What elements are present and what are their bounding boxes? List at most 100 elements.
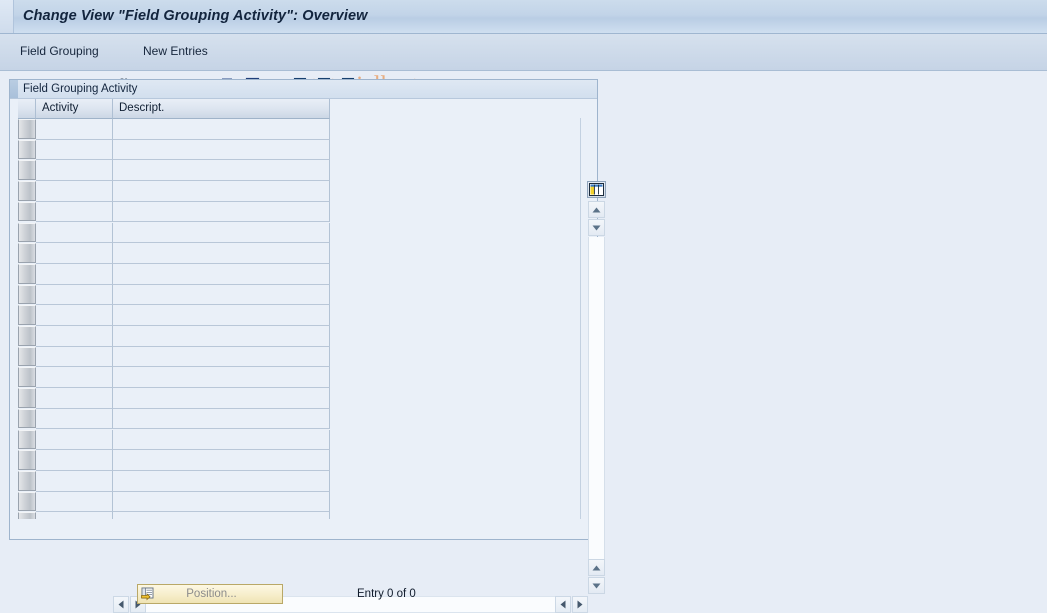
cell-activity[interactable] — [36, 160, 113, 182]
table-row[interactable] — [10, 512, 597, 519]
cell-activity[interactable] — [36, 326, 113, 347]
cell-descript[interactable] — [113, 367, 330, 389]
table-row[interactable] — [10, 326, 597, 347]
scroll-up-button-bottom[interactable] — [588, 559, 605, 576]
cell-activity[interactable] — [36, 512, 113, 519]
new-entries-button[interactable]: New Entries — [143, 44, 208, 58]
cell-descript[interactable] — [113, 119, 330, 140]
row-selector-button[interactable] — [18, 160, 36, 181]
row-selector-button[interactable] — [18, 450, 36, 470]
table-row[interactable] — [10, 181, 597, 202]
cell-activity[interactable] — [36, 263, 113, 285]
cell-descript[interactable] — [113, 305, 330, 326]
cell-activity[interactable] — [36, 388, 113, 409]
scroll-left-button-end[interactable] — [555, 596, 571, 613]
row-selector-button[interactable] — [18, 429, 36, 450]
cell-descript[interactable] — [113, 408, 330, 430]
scroll-up-button-top[interactable] — [588, 201, 605, 218]
table-row[interactable] — [10, 408, 597, 430]
vertical-scroll-track[interactable] — [588, 237, 605, 559]
row-selector-button[interactable] — [18, 326, 36, 346]
cell-activity[interactable] — [36, 201, 113, 223]
position-button[interactable]: Position... — [137, 584, 283, 604]
cell-activity[interactable] — [36, 305, 113, 326]
cell-activity[interactable] — [36, 284, 113, 306]
cell-descript[interactable] — [113, 450, 330, 471]
scroll-right-button-end[interactable] — [572, 596, 588, 613]
cell-activity[interactable] — [36, 119, 113, 140]
table-row[interactable] — [10, 201, 597, 223]
cell-descript[interactable] — [113, 139, 330, 161]
row-selector-button[interactable] — [18, 119, 36, 139]
cell-activity[interactable] — [36, 408, 113, 430]
cell-activity[interactable] — [36, 243, 113, 264]
table-row[interactable] — [10, 429, 597, 451]
row-selector-button[interactable] — [18, 470, 36, 491]
table-row[interactable] — [10, 491, 597, 513]
panel-title-label: Field Grouping Activity — [23, 83, 138, 95]
grid-header-row: Activity Descript. — [10, 99, 597, 119]
cell-descript[interactable] — [113, 222, 330, 244]
field-grouping-activity-panel: Field Grouping Activity Activity Descrip… — [9, 79, 606, 613]
column-header-descript[interactable]: Descript. — [113, 99, 330, 119]
cell-descript[interactable] — [113, 326, 330, 347]
table-row[interactable] — [10, 470, 597, 492]
cell-activity[interactable] — [36, 367, 113, 389]
cell-descript[interactable] — [113, 388, 330, 409]
row-selector-button[interactable] — [18, 181, 36, 201]
cell-descript[interactable] — [113, 181, 330, 202]
cell-activity[interactable] — [36, 346, 113, 368]
cell-descript[interactable] — [113, 160, 330, 182]
cell-descript[interactable] — [113, 346, 330, 368]
table-row[interactable] — [10, 305, 597, 326]
row-selector-button[interactable] — [18, 201, 36, 222]
row-selector-button[interactable] — [18, 139, 36, 160]
row-selector-button[interactable] — [18, 491, 36, 512]
scroll-left-button-start[interactable] — [113, 596, 129, 613]
table-row[interactable] — [10, 367, 597, 389]
scroll-down-button-top[interactable] — [588, 219, 605, 236]
cell-descript[interactable] — [113, 243, 330, 264]
column-header-activity[interactable]: Activity — [36, 99, 113, 119]
cell-descript[interactable] — [113, 201, 330, 223]
table-row[interactable] — [10, 139, 597, 161]
row-selector-button[interactable] — [18, 222, 36, 243]
cell-descript[interactable] — [113, 491, 330, 513]
table-row[interactable] — [10, 284, 597, 306]
table-row[interactable] — [10, 119, 597, 140]
table-column-settings-icon[interactable] — [587, 181, 606, 198]
row-selector-button[interactable] — [18, 284, 36, 305]
cell-activity[interactable] — [36, 139, 113, 161]
cell-activity[interactable] — [36, 470, 113, 492]
application-toolbar: Field Grouping New Entries — [0, 34, 1047, 99]
row-selector-button[interactable] — [18, 263, 36, 284]
row-selector-button[interactable] — [18, 305, 36, 325]
cell-descript[interactable] — [113, 263, 330, 285]
row-selector-button[interactable] — [18, 243, 36, 263]
table-row[interactable] — [10, 388, 597, 409]
scroll-down-button-bottom[interactable] — [588, 577, 605, 594]
table-row[interactable] — [10, 346, 597, 368]
column-header-selector[interactable] — [18, 99, 36, 119]
table-row[interactable] — [10, 450, 597, 471]
row-selector-button[interactable] — [18, 346, 36, 367]
table-row[interactable] — [10, 243, 597, 264]
table-row[interactable] — [10, 222, 597, 244]
cell-activity[interactable] — [36, 491, 113, 513]
cell-activity[interactable] — [36, 429, 113, 451]
row-selector-button[interactable] — [18, 512, 36, 519]
cell-descript[interactable] — [113, 470, 330, 492]
cell-descript[interactable] — [113, 284, 330, 306]
cell-activity[interactable] — [36, 181, 113, 202]
menu-field-grouping[interactable]: Field Grouping — [20, 44, 99, 58]
table-row[interactable] — [10, 160, 597, 182]
row-selector-button[interactable] — [18, 388, 36, 408]
row-selector-button[interactable] — [18, 367, 36, 388]
cell-activity[interactable] — [36, 222, 113, 244]
panel-title-bar: Field Grouping Activity — [10, 80, 597, 99]
cell-descript[interactable] — [113, 429, 330, 451]
row-selector-button[interactable] — [18, 408, 36, 429]
cell-descript[interactable] — [113, 512, 330, 519]
cell-activity[interactable] — [36, 450, 113, 471]
table-row[interactable] — [10, 263, 597, 285]
